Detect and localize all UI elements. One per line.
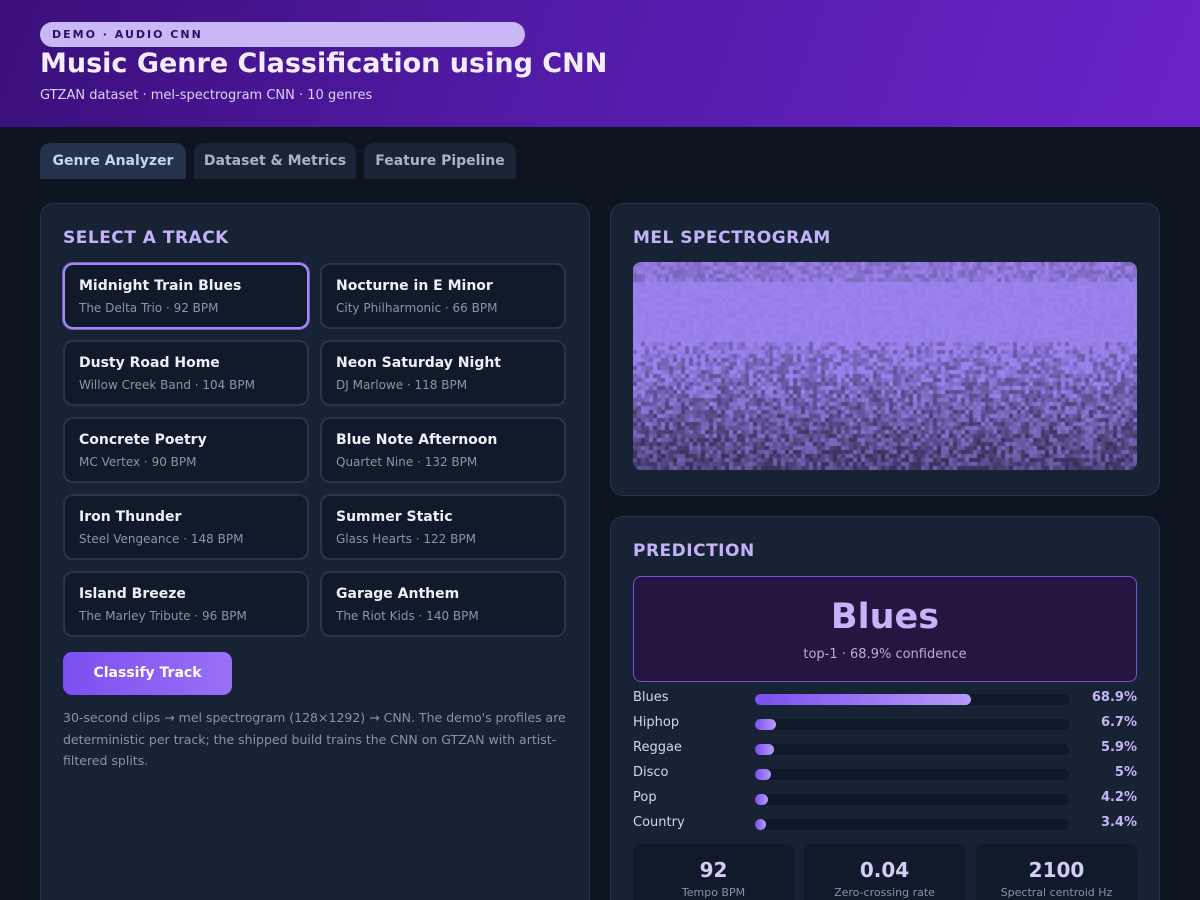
- tab-feature-pipeline[interactable]: Feature Pipeline: [364, 143, 516, 179]
- track-meta: Willow Creek Band · 104 BPM: [79, 378, 255, 392]
- page-header: DEMO · AUDIO CNN Music Genre Classificat…: [0, 0, 1200, 127]
- probability-track: [755, 769, 1069, 780]
- stat-label: Zero-crossing rate: [834, 886, 935, 899]
- probability-fill: [755, 794, 769, 805]
- track-name: Dusty Road Home: [79, 355, 220, 371]
- probability-fill: [755, 719, 777, 730]
- stat-value: 2100: [1028, 858, 1085, 882]
- page-title: Music Genre Classification using CNN: [40, 48, 608, 79]
- track-name: Island Breeze: [79, 586, 186, 602]
- stat-value: 92: [699, 858, 728, 882]
- probability-value: 6.7%: [1100, 715, 1137, 730]
- stat-label: Tempo BPM: [681, 886, 746, 899]
- tempo-stat: 92 Tempo BPM: [633, 844, 794, 900]
- prediction-panel: PREDICTION Blues top-1 · 68.9% confidenc…: [610, 516, 1160, 900]
- genre-label: Pop: [633, 790, 657, 805]
- track-card[interactable]: Iron Thunder Steel Vengeance · 148 BPM: [63, 494, 309, 560]
- genre-probability-row: Blues 68.9%: [633, 690, 1137, 708]
- demo-badge: DEMO · AUDIO CNN: [40, 22, 525, 47]
- probability-fill: [755, 744, 774, 755]
- track-meta: The Delta Trio · 92 BPM: [79, 301, 219, 315]
- classify-track-button[interactable]: Classify Track: [63, 652, 232, 695]
- probability-value: 3.4%: [1100, 815, 1137, 830]
- top-prediction-card: Blues top-1 · 68.9% confidence: [633, 576, 1137, 682]
- page-subtitle: GTZAN dataset · mel-spectrogram CNN · 10…: [40, 88, 373, 103]
- track-card[interactable]: Midnight Train Blues The Delta Trio · 92…: [63, 263, 309, 329]
- genre-probability-row: Country 3.4%: [633, 815, 1137, 833]
- prediction-title: PREDICTION: [633, 541, 755, 561]
- track-meta: Glass Hearts · 122 BPM: [336, 532, 476, 546]
- spectrogram-panel: MEL SPECTROGRAM: [610, 203, 1160, 496]
- mel-spectrogram-image: [633, 262, 1137, 470]
- probability-value: 5.9%: [1100, 740, 1137, 755]
- genre-probability-row: Hiphop 6.7%: [633, 715, 1137, 733]
- track-panel: SELECT A TRACK Midnight Train Blues The …: [40, 203, 590, 900]
- track-meta: City Philharmonic · 66 BPM: [336, 301, 498, 315]
- track-card[interactable]: Garage Anthem The Riot Kids · 140 BPM: [320, 571, 566, 637]
- spectrogram-title: MEL SPECTROGRAM: [633, 228, 831, 248]
- stat-value: 0.04: [859, 858, 910, 882]
- prediction-confidence: top-1 · 68.9% confidence: [803, 647, 967, 662]
- track-name: Midnight Train Blues: [79, 278, 242, 294]
- probability-track: [755, 819, 1069, 830]
- track-card[interactable]: Blue Note Afternoon Quartet Nine · 132 B…: [320, 417, 566, 483]
- tab-bar: Genre Analyzer Dataset & Metrics Feature…: [40, 143, 516, 179]
- probability-value: 5%: [1114, 765, 1137, 780]
- tab-dataset-metrics[interactable]: Dataset & Metrics: [194, 143, 356, 179]
- track-name: Blue Note Afternoon: [336, 432, 498, 448]
- genre-label: Disco: [633, 765, 669, 780]
- stat-label: Spectral centroid Hz: [1000, 886, 1113, 899]
- track-name: Neon Saturday Night: [336, 355, 501, 371]
- genre-label: Blues: [633, 690, 669, 705]
- track-card[interactable]: Concrete Poetry MC Vertex · 90 BPM: [63, 417, 309, 483]
- spectral-centroid-stat: 2100 Spectral centroid Hz: [976, 844, 1137, 900]
- track-panel-title: SELECT A TRACK: [63, 228, 229, 248]
- track-name: Summer Static: [336, 509, 453, 525]
- probability-fill: [755, 769, 771, 780]
- track-card[interactable]: Summer Static Glass Hearts · 122 BPM: [320, 494, 566, 560]
- tab-genre-analyzer[interactable]: Genre Analyzer: [40, 143, 186, 179]
- track-name: Iron Thunder: [79, 509, 182, 525]
- probability-value: 68.9%: [1091, 690, 1137, 705]
- genre-label: Reggae: [633, 740, 682, 755]
- genre-probability-row: Pop 4.2%: [633, 790, 1137, 808]
- track-meta: Steel Vengeance · 148 BPM: [79, 532, 244, 546]
- track-meta: The Marley Tribute · 96 BPM: [79, 609, 247, 623]
- probability-fill: [755, 694, 972, 705]
- track-meta: Quartet Nine · 132 BPM: [336, 455, 478, 469]
- pipeline-note: 30-second clips → mel spectrogram (128×1…: [63, 710, 566, 768]
- genre-probability-row: Disco 5%: [633, 765, 1137, 783]
- probability-value: 4.2%: [1100, 790, 1137, 805]
- track-name: Garage Anthem: [336, 586, 460, 602]
- predicted-genre: Blues: [830, 597, 940, 637]
- probability-fill: [755, 819, 766, 830]
- genre-label: Hiphop: [633, 715, 680, 730]
- track-meta: DJ Marlowe · 118 BPM: [336, 378, 468, 392]
- track-card[interactable]: Dusty Road Home Willow Creek Band · 104 …: [63, 340, 309, 406]
- track-card[interactable]: Island Breeze The Marley Tribute · 96 BP…: [63, 571, 309, 637]
- track-name: Nocturne in E Minor: [336, 278, 493, 294]
- probability-track: [755, 719, 1069, 730]
- probability-track: [755, 794, 1069, 805]
- track-card[interactable]: Nocturne in E Minor City Philharmonic · …: [320, 263, 566, 329]
- track-meta: MC Vertex · 90 BPM: [79, 455, 197, 469]
- zero-crossing-stat: 0.04 Zero-crossing rate: [804, 844, 965, 900]
- probability-track: [755, 744, 1069, 755]
- track-meta: The Riot Kids · 140 BPM: [336, 609, 479, 623]
- genre-probability-row: Reggae 5.9%: [633, 740, 1137, 758]
- genre-label: Country: [633, 815, 685, 830]
- track-card[interactable]: Neon Saturday Night DJ Marlowe · 118 BPM: [320, 340, 566, 406]
- track-name: Concrete Poetry: [79, 432, 207, 448]
- probability-track: [755, 694, 1069, 705]
